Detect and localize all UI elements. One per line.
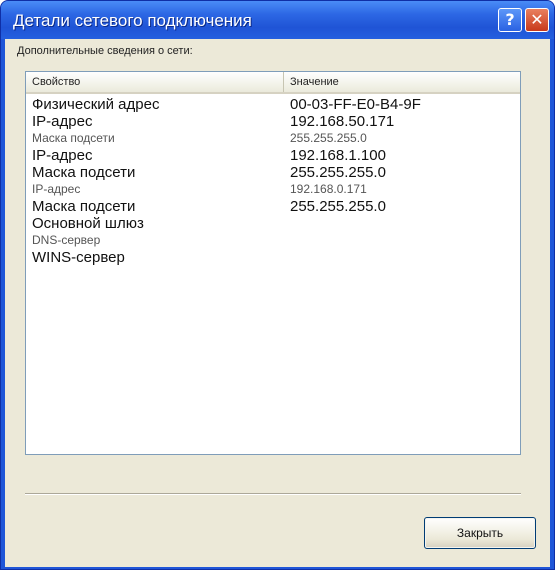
title-close-button[interactable]: ✕ <box>525 8 549 32</box>
property-cell: IP-адрес <box>32 182 81 196</box>
details-caption: Дополнительные сведения о сети: <box>17 45 193 57</box>
title-bar[interactable]: Детали сетевого подключения ? ✕ <box>1 1 554 39</box>
list-row[interactable]: DNS-сервер <box>26 232 520 249</box>
property-cell: DNS-сервер <box>32 233 101 247</box>
help-button[interactable]: ? <box>498 8 522 32</box>
list-row[interactable]: IP-адрес 192.168.50.171 <box>26 113 520 130</box>
details-list[interactable]: Свойство Значение Физический адрес 00-03… <box>25 71 521 455</box>
value-cell: 192.168.1.100 <box>290 147 386 164</box>
list-header: Свойство Значение <box>26 72 520 94</box>
property-cell: IP-адрес <box>32 147 93 164</box>
close-button[interactable]: Закрыть <box>424 517 536 549</box>
property-cell: Основной шлюз <box>32 215 144 232</box>
list-row[interactable]: Маска подсети 255.255.255.0 <box>26 164 520 181</box>
separator-line <box>25 493 521 495</box>
list-rows: Физический адрес 00-03-FF-E0-B4-9F IP-ад… <box>26 96 520 266</box>
list-row[interactable]: Маска подсети 255.255.255.0 <box>26 130 520 147</box>
property-cell: Физический адрес <box>32 96 160 113</box>
column-header-property[interactable]: Свойство <box>26 72 284 92</box>
list-row[interactable]: WINS-сервер <box>26 249 520 266</box>
value-cell: 255.255.255.0 <box>290 164 386 181</box>
close-icon: ✕ <box>530 10 544 29</box>
property-cell: Маска подсети <box>32 131 115 145</box>
network-connection-details-window: Детали сетевого подключения ? ✕ Дополнит… <box>0 0 555 570</box>
property-cell: WINS-сервер <box>32 249 125 266</box>
property-cell: IP-адрес <box>32 113 93 130</box>
list-row[interactable]: Маска подсети 255.255.255.0 <box>26 198 520 215</box>
value-cell: 192.168.0.171 <box>290 182 367 196</box>
list-row[interactable]: Основной шлюз <box>26 215 520 232</box>
window-title: Детали сетевого подключения <box>13 11 252 30</box>
value-cell: 255.255.255.0 <box>290 198 386 215</box>
property-cell: Маска подсети <box>32 164 136 181</box>
list-row[interactable]: IP-адрес 192.168.0.171 <box>26 181 520 198</box>
column-header-value[interactable]: Значение <box>284 72 520 92</box>
list-row[interactable]: Физический адрес 00-03-FF-E0-B4-9F <box>26 96 520 113</box>
list-row[interactable]: IP-адрес 192.168.1.100 <box>26 147 520 164</box>
value-cell: 00-03-FF-E0-B4-9F <box>290 96 421 113</box>
value-cell: 192.168.50.171 <box>290 113 395 130</box>
help-icon: ? <box>505 10 515 29</box>
value-cell: 255.255.255.0 <box>290 131 367 145</box>
property-cell: Маска подсети <box>32 198 136 215</box>
